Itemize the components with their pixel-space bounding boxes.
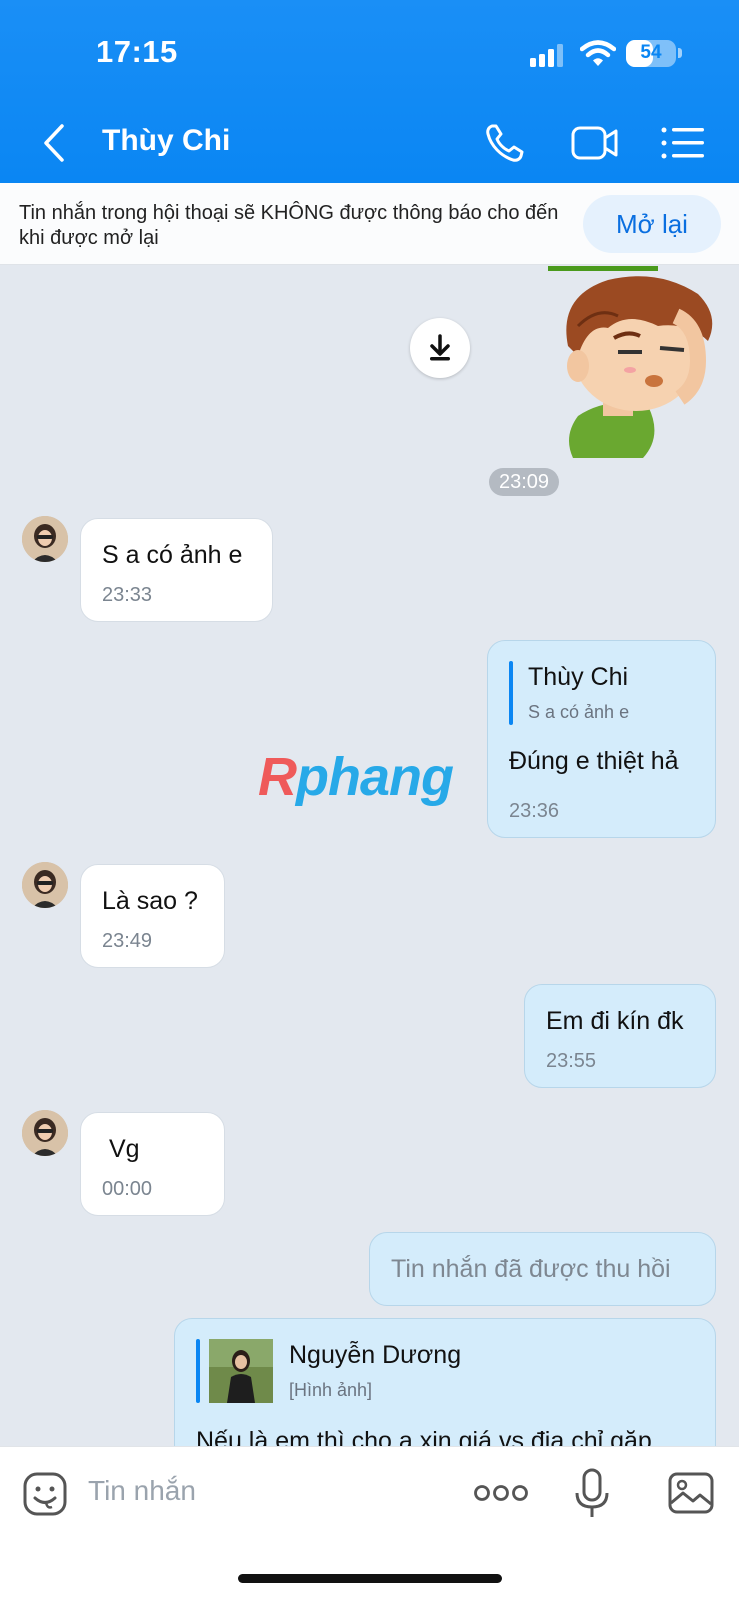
microphone-icon[interactable]: [572, 1467, 612, 1521]
quote-author: Nguyễn Dương: [289, 1341, 462, 1369]
message-bubble-incoming[interactable]: Là sao ? 23:49: [80, 864, 225, 968]
chat-header: 17:15 54 Thùy Chi: [0, 0, 739, 183]
cellular-signal-icon: [530, 44, 563, 67]
battery-icon: 54: [626, 40, 676, 67]
status-time: 17:15: [96, 34, 178, 69]
quote-bar: [509, 661, 513, 725]
wifi-icon: [580, 40, 616, 66]
reopen-notifications-button[interactable]: Mở lại: [583, 195, 721, 253]
message-bubble-outgoing[interactable]: Nguyễn Dương [Hình ảnh] Nếu là em thì ch…: [174, 1318, 716, 1446]
contact-avatar[interactable]: [22, 862, 68, 908]
message-time: 00:00: [102, 1178, 153, 1200]
message-bubble-outgoing[interactable]: Em đi kín đk 23:55: [524, 984, 716, 1088]
contact-name[interactable]: Thùy Chi: [102, 124, 230, 158]
muted-notice-banner: Tin nhắn trong hội thoại sẽ KHÔNG được t…: [0, 183, 739, 265]
muted-notice-text: Tin nhắn trong hội thoại sẽ KHÔNG được t…: [19, 202, 559, 249]
message-time: 23:49: [102, 930, 153, 952]
quote-author: Thùy Chi: [528, 663, 629, 691]
home-indicator[interactable]: [238, 1574, 502, 1583]
message-time: 23:33: [102, 584, 153, 606]
message-text: Em đi kín đk: [546, 1007, 684, 1035]
quote-text: [Hình ảnh]: [289, 1380, 373, 1400]
contact-avatar[interactable]: [22, 1110, 68, 1156]
gallery-image-icon[interactable]: [667, 1471, 715, 1515]
message-time: 23:36: [509, 800, 560, 822]
sticker-image[interactable]: [548, 266, 720, 458]
recalled-message-bubble[interactable]: Tin nhắn đã được thu hồi: [369, 1232, 716, 1306]
phone-call-icon[interactable]: [480, 118, 536, 168]
contact-avatar[interactable]: [22, 516, 68, 562]
more-options-icon[interactable]: [473, 1481, 529, 1505]
download-button[interactable]: [410, 318, 470, 378]
menu-list-icon[interactable]: [656, 118, 712, 168]
message-text: S a có ảnh e: [102, 541, 243, 569]
message-text: Đúng e thiệt hả: [509, 747, 679, 775]
message-text: Là sao ?: [102, 887, 198, 915]
watermark-logo: Rphang: [258, 747, 454, 807]
video-call-icon[interactable]: [568, 118, 624, 168]
sticker-emoji-icon[interactable]: [22, 1471, 68, 1517]
quote-bar: [196, 1339, 200, 1403]
download-icon: [430, 334, 450, 361]
quote-text: S a có ảnh e: [528, 702, 630, 722]
message-bubble-incoming[interactable]: S a có ảnh e 23:33: [80, 518, 273, 622]
time-separator: 23:09: [489, 468, 559, 496]
battery-tip: [678, 48, 682, 58]
message-bubble-outgoing[interactable]: Thùy Chi S a có ảnh e Đúng e thiệt hả 23…: [487, 640, 716, 838]
battery-percent: 54: [640, 42, 662, 63]
message-bubble-incoming[interactable]: Vg 00:00: [80, 1112, 225, 1216]
message-time: 23:55: [546, 1050, 597, 1072]
back-arrow-icon[interactable]: [36, 118, 76, 168]
message-list[interactable]: 23:09 S a có ảnh e 23:33 Thùy Chi S a có…: [0, 266, 739, 1446]
quoted-photo-thumbnail: [209, 1339, 273, 1403]
message-text: Vg: [109, 1135, 140, 1163]
message-input[interactable]: Tin nhắn: [88, 1475, 196, 1507]
message-text: Nếu là em thì cho a xin giá vs địa chỉ g…: [196, 1427, 652, 1446]
recalled-message-text: Tin nhắn đã được thu hồi: [391, 1255, 671, 1283]
